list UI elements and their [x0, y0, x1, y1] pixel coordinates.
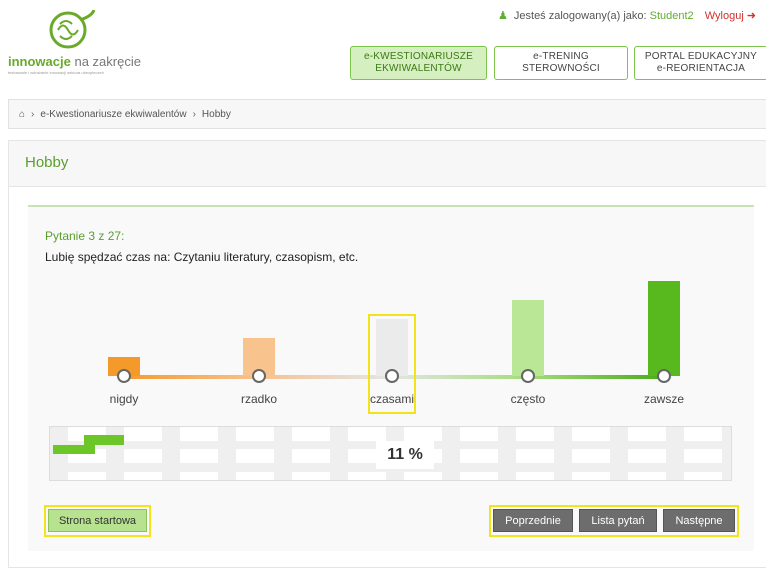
chevron-right-icon: ›	[31, 108, 35, 120]
option-label-zawsze[interactable]: zawsze	[624, 392, 704, 406]
option-label-nigdy[interactable]: nigdy	[84, 392, 164, 406]
panel-header	[9, 141, 766, 187]
scale-bar-zawsze[interactable]	[648, 281, 680, 376]
radio-rzadko[interactable]	[252, 369, 266, 383]
question-card: Pytanie 3 z 27: Lubię spędzać czas na: C…	[28, 205, 754, 551]
progress-fill	[53, 445, 95, 454]
chevron-right-icon: ›	[192, 108, 196, 120]
page-title: Hobby	[25, 154, 69, 171]
previous-button[interactable]: Poprzednie	[493, 509, 573, 532]
radio-często[interactable]	[521, 369, 535, 383]
user-bar: ♟ Jesteś zalogowany(a) jako: Student2 Wy…	[498, 9, 756, 22]
username: Student2	[649, 10, 694, 22]
home-page-button[interactable]: Strona startowa	[48, 509, 147, 532]
logout-link[interactable]: Wyloguj ➜	[705, 10, 756, 22]
tab-e-trening[interactable]: e-TRENING STEROWNOŚCI	[494, 46, 628, 80]
brain-logo-icon	[49, 10, 96, 49]
brand-tagline: testowanie i wdrażanie innowacji sektora…	[8, 70, 104, 75]
main-panel: Hobby Pytanie 3 z 27: Lubię spędzać czas…	[8, 140, 766, 568]
question-list-button[interactable]: Lista pytań	[579, 509, 657, 532]
breadcrumb-item-current: Hobby	[201, 108, 231, 120]
logo[interactable]: innowacje na zakręcie testowanie i wdraż…	[8, 4, 168, 75]
option-label-rzadko[interactable]: rzadko	[219, 392, 299, 406]
progress-fill	[84, 435, 124, 445]
next-button[interactable]: Następne	[663, 509, 735, 532]
logged-in-label: Jesteś zalogowany(a) jako:	[513, 10, 647, 22]
highlight-box	[368, 314, 416, 414]
home-icon[interactable]: ⌂	[19, 109, 25, 120]
tab-portal-edukacyjny[interactable]: PORTAL EDUKACYJNY e-REORIENTACJA	[634, 46, 766, 80]
breadcrumb-item-kwestionariusze[interactable]: e-Kwestionariusze ekwiwalentów	[40, 109, 186, 120]
option-label-często[interactable]: często	[488, 392, 568, 406]
brand-name: innowacje na zakręcie	[8, 54, 141, 69]
answer-scale: nigdy rzadko czasami często zawsze	[28, 207, 754, 553]
progress-percent: 11 %	[387, 446, 423, 463]
breadcrumb: ⌂ › e-Kwestionariusze ekwiwalentów › Hob…	[8, 99, 766, 129]
scale-bar-często[interactable]	[512, 300, 544, 376]
tab-e-kwestionariusze[interactable]: e-KWESTIONARIUSZE EKWIWALENTÓW	[350, 46, 487, 80]
radio-zawsze[interactable]	[657, 369, 671, 383]
progress-bar: 11 %	[49, 426, 732, 481]
logout-icon: ➜	[746, 10, 756, 22]
radio-nigdy[interactable]	[117, 369, 131, 383]
user-icon: ♟	[497, 10, 508, 22]
